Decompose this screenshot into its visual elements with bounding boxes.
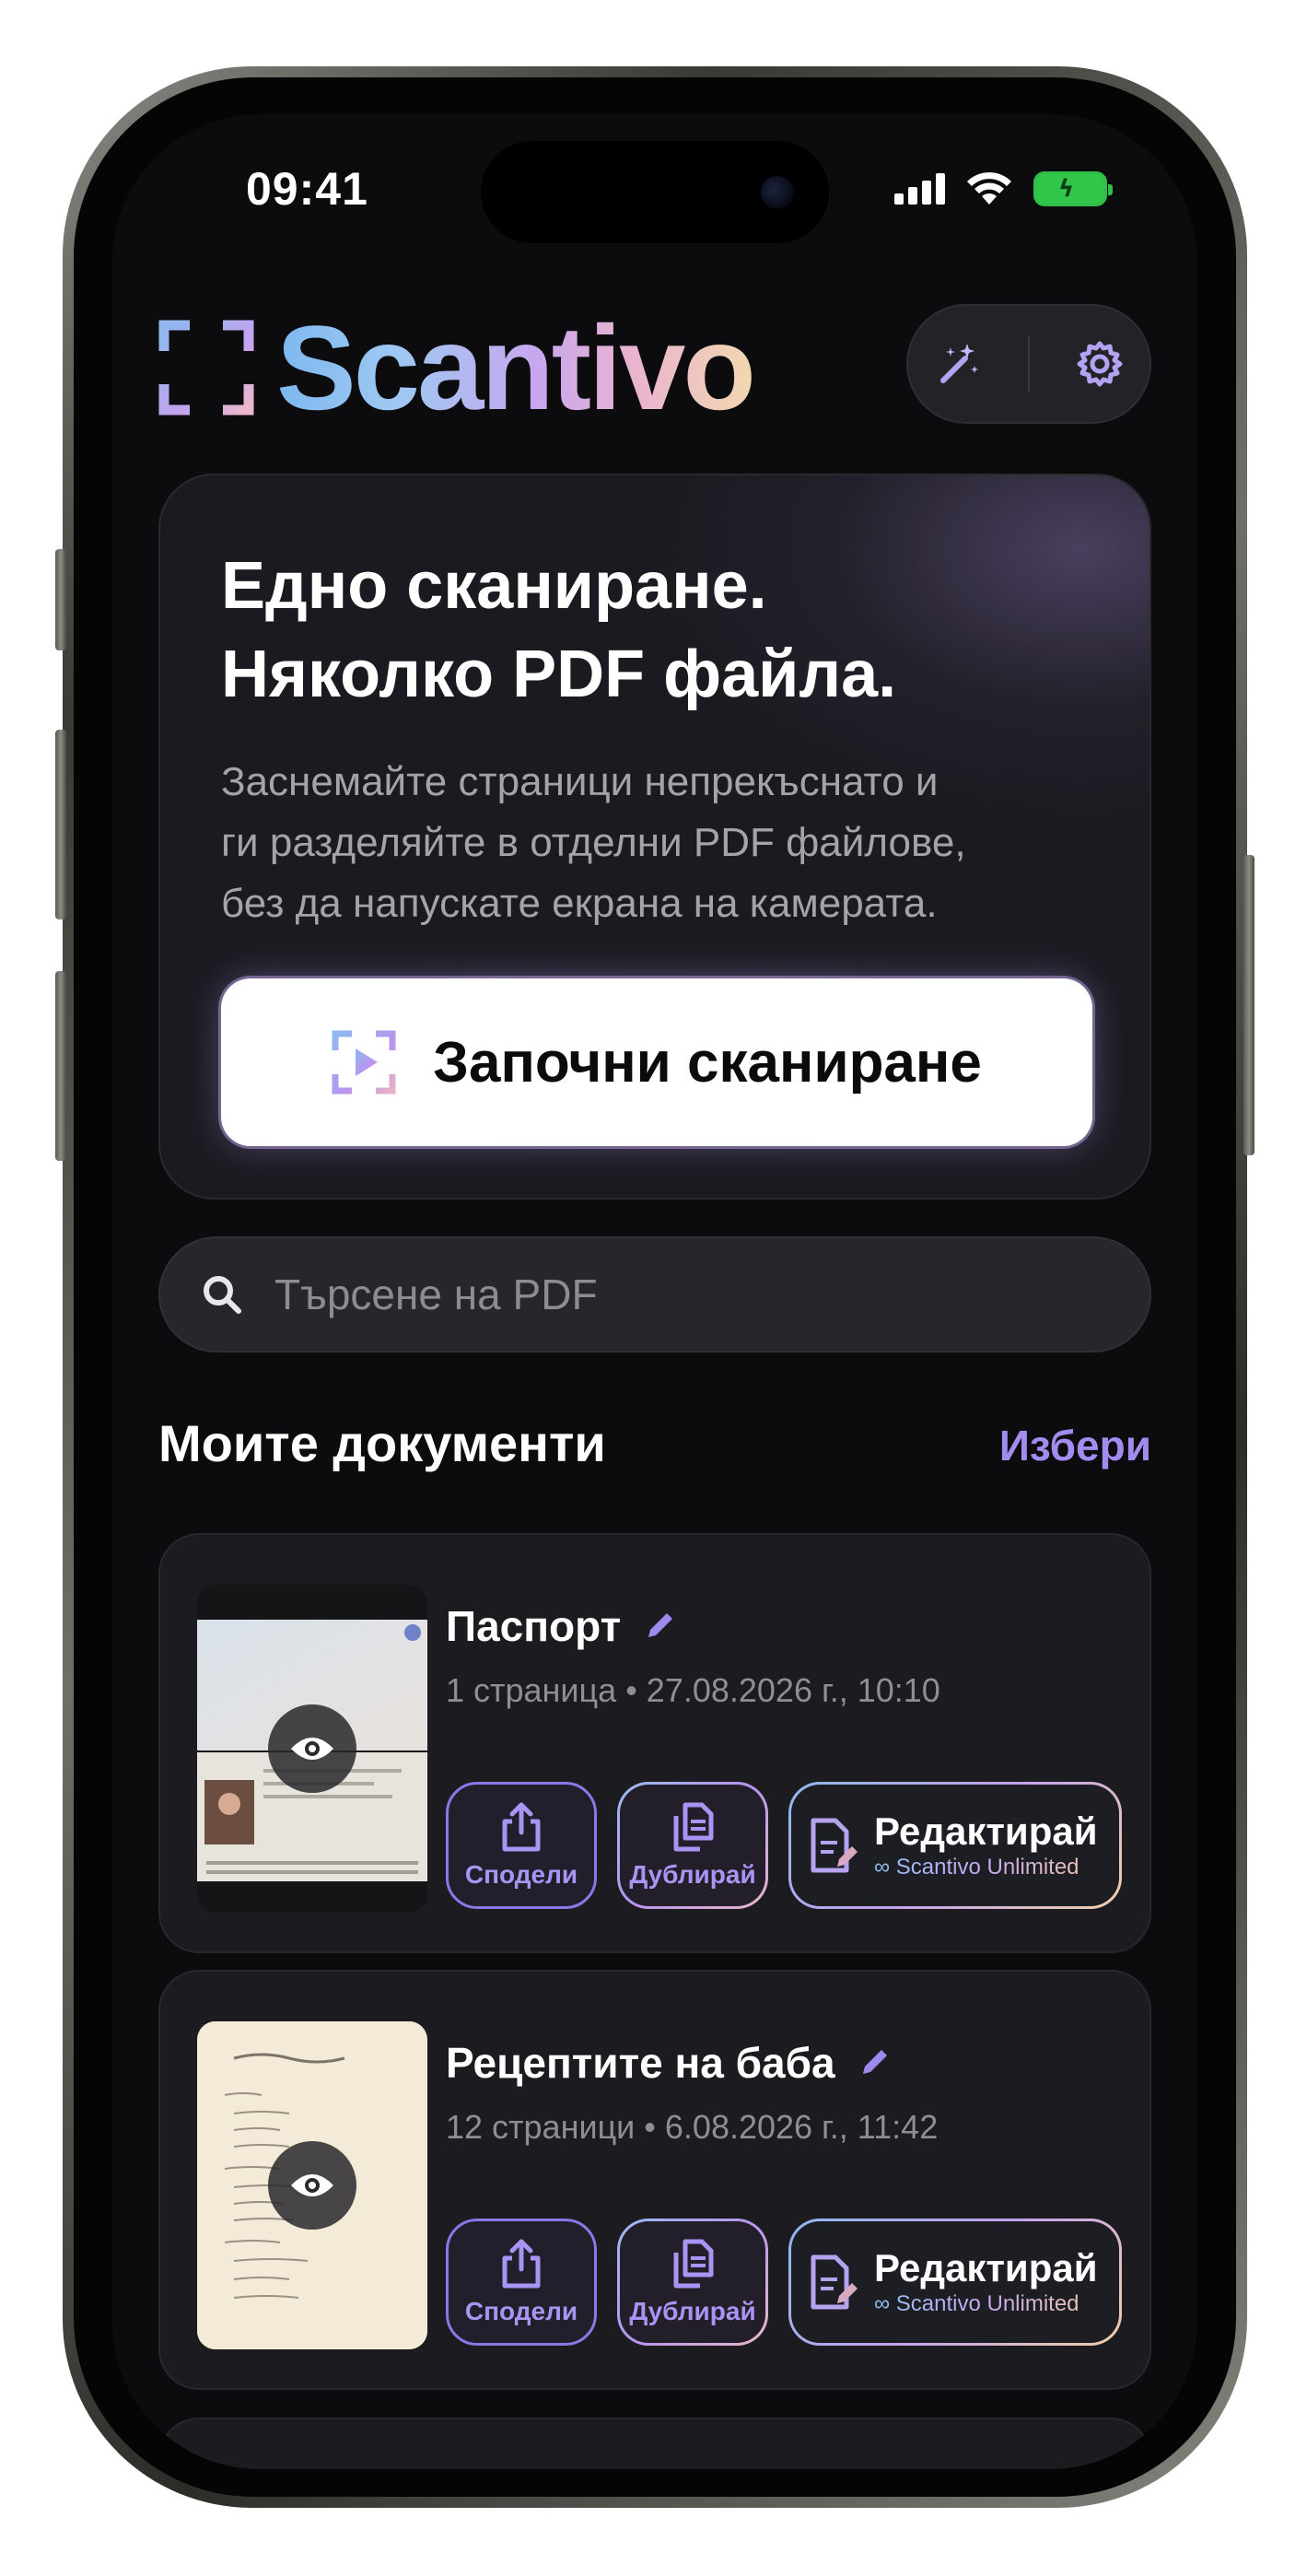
search-input[interactable]: Търсене на PDF xyxy=(158,1236,1151,1352)
share-icon xyxy=(502,1802,541,1852)
document-actions: Сподели Дублирай Редактирай ∞ Scantivo U… xyxy=(446,2219,1122,2346)
hero-subtitle-line-2: ги разделяйте в отделни PDF файлове, xyxy=(221,820,966,865)
document-name-text: Рецептите на баба xyxy=(446,2039,835,2087)
document-card[interactable]: Рецептите на баба 12 страници • 6.08.202… xyxy=(158,1970,1151,2390)
share-icon xyxy=(502,2239,541,2289)
hero-subtitle-line-1: Заснемайте страници непрекъснато и xyxy=(221,759,939,804)
duplicate-icon xyxy=(673,1802,714,1852)
dynamic-island xyxy=(481,141,829,243)
document-meta: 1 страница • 27.08.2026 г., 10:10 xyxy=(446,1671,940,1709)
scan-brackets-icon xyxy=(158,320,254,416)
start-scan-label: Започни сканиране xyxy=(433,1030,982,1095)
start-scan-button[interactable]: Започни сканиране xyxy=(221,978,1092,1146)
pill-divider xyxy=(1027,336,1030,392)
document-meta: 12 страници • 6.08.2026 г., 11:42 xyxy=(446,2108,939,2146)
select-button[interactable]: Избери xyxy=(999,1421,1151,1470)
document-actions: Сподели Дублирай Редактирай ∞ Scantivo U… xyxy=(446,1782,1122,1909)
hero-subtitle: Заснемайте страници непрекъснато и ги ра… xyxy=(221,752,1105,934)
action-button xyxy=(55,549,66,650)
app-screen: 09:41 ϟ Scantivo Едно сканиране. Няколко… xyxy=(112,114,1197,2469)
document-card-partial[interactable] xyxy=(158,2418,1151,2469)
share-button[interactable]: Сподели xyxy=(446,1782,597,1909)
duplicate-icon xyxy=(673,2239,714,2289)
status-time: 09:41 xyxy=(246,163,368,215)
hero-title: Едно сканиране. Няколко PDF файла. xyxy=(221,542,896,719)
edit-text: Редактирай ∞ Scantivo Unlimited xyxy=(874,2246,1098,2318)
hero-subtitle-line-3: без да напускате екрана на камерата. xyxy=(221,881,938,926)
edit-button[interactable]: Редактирай ∞ Scantivo Unlimited xyxy=(788,1782,1122,1909)
edit-label: Редактирай xyxy=(874,2246,1098,2289)
documents-section-title: Моите документи xyxy=(158,1414,606,1472)
document-name-text: Паспорт xyxy=(446,1602,622,1650)
scan-play-icon xyxy=(332,1030,396,1095)
edit-button[interactable]: Редактирай ∞ Scantivo Unlimited xyxy=(788,2219,1122,2346)
document-name[interactable]: Паспорт xyxy=(446,1601,678,1651)
document-card[interactable]: Паспорт 1 страница • 27.08.2026 г., 10:1… xyxy=(158,1533,1151,1953)
duplicate-label: Дублирай xyxy=(629,1860,756,1889)
duplicate-button[interactable]: Дублирай xyxy=(617,2219,768,2346)
share-label: Сподели xyxy=(464,2297,578,2325)
status-indicators: ϟ xyxy=(894,171,1113,206)
eye-icon[interactable] xyxy=(268,1704,356,1793)
hero-title-line-1: Едно сканиране. xyxy=(221,549,767,623)
header-actions xyxy=(906,304,1151,424)
edit-text: Редактирай ∞ Scantivo Unlimited xyxy=(874,1809,1098,1881)
document-edit-icon xyxy=(811,1818,858,1873)
hero-card: Едно сканиране. Няколко PDF файла. Засне… xyxy=(158,474,1151,1200)
app-logo: Scantivo xyxy=(158,300,756,435)
share-label: Сподели xyxy=(464,1860,578,1889)
battery-charging-icon: ϟ xyxy=(1033,171,1113,206)
front-camera xyxy=(761,176,794,209)
hero-title-line-2: Няколко PDF файла. xyxy=(221,638,897,711)
document-thumbnail[interactable] xyxy=(197,1585,427,1913)
cellular-signal-icon xyxy=(894,173,945,205)
search-icon xyxy=(204,1276,241,1314)
eye-icon[interactable] xyxy=(268,2141,356,2230)
magic-wand-icon[interactable] xyxy=(928,334,988,394)
gear-icon[interactable] xyxy=(1069,334,1130,394)
duplicate-button[interactable]: Дублирай xyxy=(617,1782,768,1909)
search-placeholder: Търсене на PDF xyxy=(274,1270,598,1318)
volume-down-button xyxy=(55,971,66,1161)
edit-label: Редактирай xyxy=(874,1809,1098,1853)
document-edit-icon xyxy=(811,2254,858,2310)
pencil-icon[interactable] xyxy=(856,2044,893,2081)
unlimited-badge: ∞ Scantivo Unlimited xyxy=(874,2290,1098,2318)
document-thumbnail[interactable] xyxy=(197,2021,427,2349)
logo-wordmark: Scantivo xyxy=(276,300,756,435)
duplicate-label: Дублирай xyxy=(629,2297,756,2325)
power-button xyxy=(1243,855,1254,1155)
volume-up-button xyxy=(55,730,66,919)
document-name[interactable]: Рецептите на баба xyxy=(446,2038,893,2088)
pencil-icon[interactable] xyxy=(641,1608,678,1645)
unlimited-badge: ∞ Scantivo Unlimited xyxy=(874,1854,1098,1881)
wifi-icon xyxy=(967,172,1011,205)
share-button[interactable]: Сподели xyxy=(446,2219,597,2346)
